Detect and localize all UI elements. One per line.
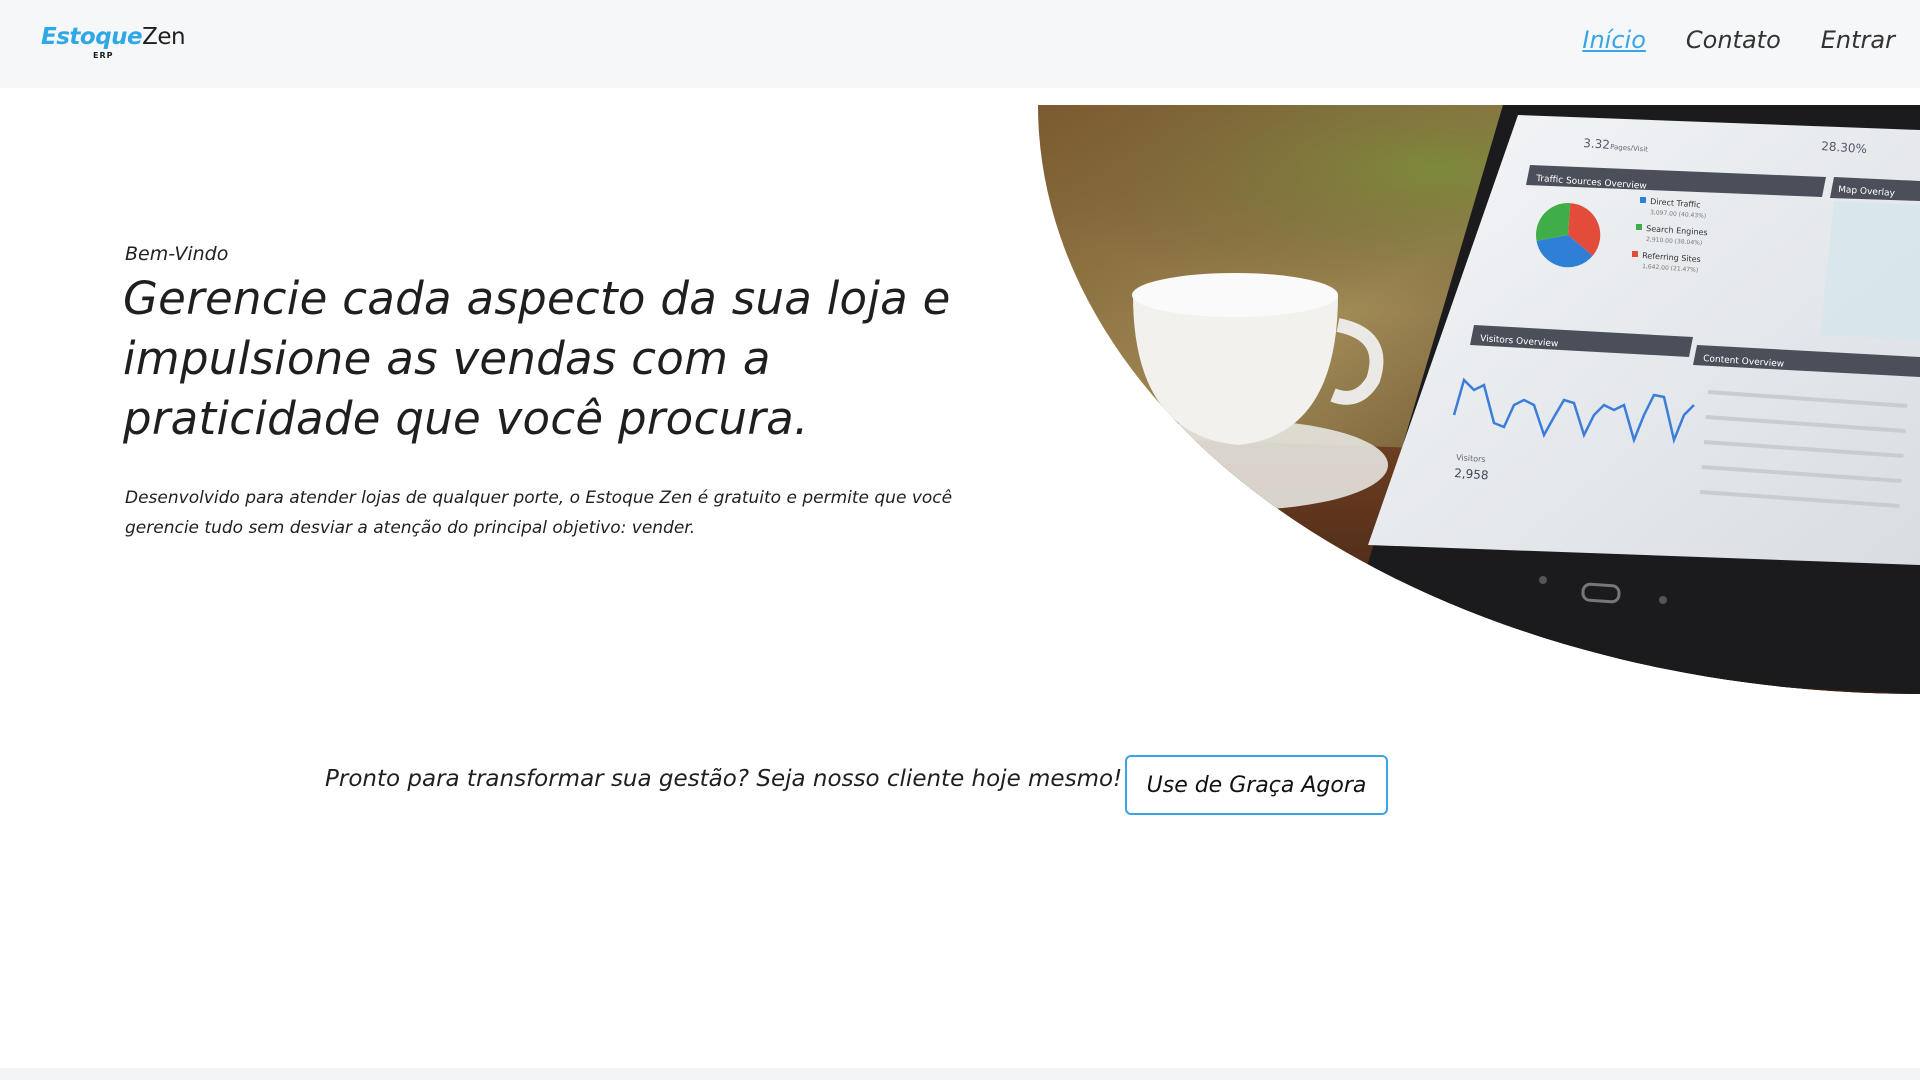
use-free-now-button[interactable]: Use de Graça Agora: [1125, 755, 1388, 815]
nav-link-inicio[interactable]: Início: [1582, 22, 1646, 58]
welcome-label: Bem-Vindo: [125, 243, 229, 265]
hero-description: Desenvolvido para atender lojas de qualq…: [125, 488, 953, 538]
tablet-analytics-photo: 3.32 Pages/Visit 28.30% Traffic Sources …: [1038, 105, 1920, 694]
legend-swatch-referring: [1632, 251, 1638, 257]
map-area: [1820, 201, 1920, 340]
hero-headline: Gerencie cada aspecto da sua loja e impu…: [123, 272, 951, 445]
legend-swatch-direct: [1640, 197, 1646, 203]
logo-brand-text: Estoque: [41, 24, 143, 50]
legend-swatch-search: [1636, 224, 1642, 230]
main-nav: Início Contato Entrar: [1582, 22, 1895, 58]
visitors-value: 2,958: [1454, 466, 1489, 482]
stylus-pen: [1417, 662, 1599, 688]
footer-strip: [0, 1068, 1920, 1080]
cta-text: Pronto para transformar sua gestão? Seja…: [325, 766, 1123, 792]
hero-image: 3.32 Pages/Visit 28.30% Traffic Sources …: [1038, 105, 1920, 694]
nav-link-entrar[interactable]: Entrar: [1821, 22, 1895, 58]
site-header: EstoqueZen ERP Início Contato Entrar: [0, 0, 1920, 88]
logo-subtitle: ERP: [93, 51, 114, 60]
logo-wordmark: EstoqueZen: [41, 24, 186, 50]
logo-rest-text: Zen: [142, 24, 186, 50]
nav-link-contato[interactable]: Contato: [1686, 22, 1781, 58]
image-top-value: 3.32: [1583, 136, 1611, 152]
